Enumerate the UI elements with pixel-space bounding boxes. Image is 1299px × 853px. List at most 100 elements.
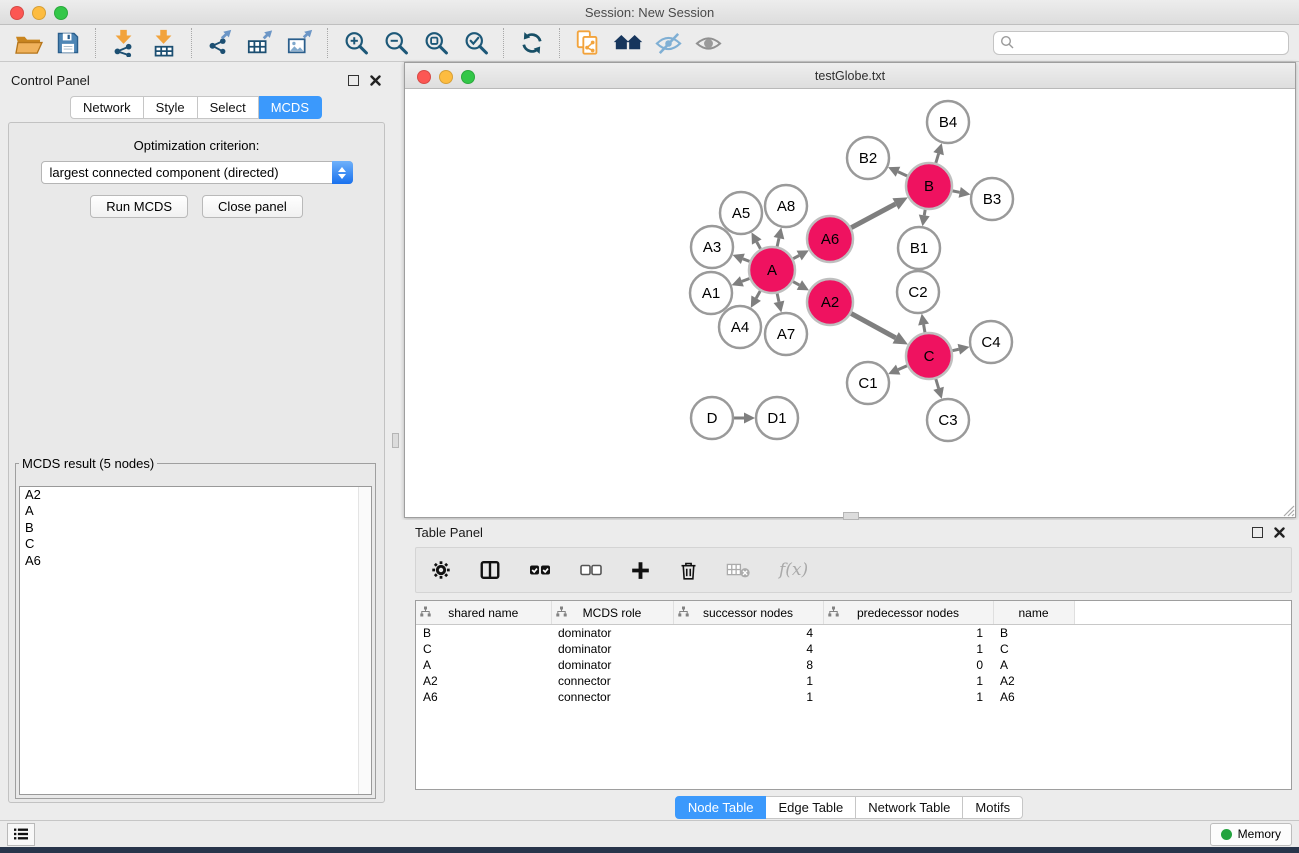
graph-edge-C-C3[interactable] [936,379,939,388]
float-panel-icon[interactable] [348,75,359,86]
table-cell[interactable]: 1 [823,689,993,705]
table-cell[interactable]: 8 [673,657,823,673]
table-cell[interactable]: B [416,625,551,642]
table-close-panel-icon[interactable] [1274,527,1285,538]
graph-edge-A-A2[interactable] [793,282,799,285]
deselect-all-rows-button[interactable] [579,558,603,582]
table-row[interactable]: A2connector11A2 [416,673,1291,689]
divider-handle[interactable] [392,433,399,448]
refresh-view-button[interactable] [512,27,552,59]
function-builder-button[interactable]: f(x) [779,560,808,580]
table-cell[interactable]: 1 [823,625,993,642]
graph-edge-A-A7[interactable] [777,293,779,301]
network-zoom-button[interactable] [461,70,475,84]
delete-column-button[interactable] [678,560,699,581]
graph-edge-C-C2[interactable] [924,325,925,333]
export-table-button[interactable] [240,27,280,59]
graph-edge-A2-C[interactable] [851,313,896,337]
table-cell[interactable]: C [993,641,1074,657]
add-column-button[interactable] [630,560,651,581]
zoom-in-button[interactable] [336,27,376,59]
show-panels-button[interactable] [7,823,35,846]
horizontal-divider-handle[interactable] [843,512,859,520]
close-panel-icon[interactable] [370,75,381,86]
mcds-result-item[interactable]: C [20,536,371,552]
mcds-result-item[interactable]: A6 [20,553,371,569]
close-panel-button[interactable]: Close panel [202,195,303,218]
table-cell[interactable]: 1 [823,641,993,657]
table-cell[interactable]: 0 [823,657,993,673]
zoom-selected-button[interactable] [456,27,496,59]
delete-table-button[interactable] [726,560,752,580]
result-scrollbar[interactable] [358,487,371,794]
graph-edge-C-C4[interactable] [952,349,958,350]
table-cell[interactable]: dominator [551,641,673,657]
tab-node-table[interactable]: Node Table [675,796,767,819]
tab-edge-table[interactable]: Edge Table [766,796,856,819]
close-window-button[interactable] [10,6,24,20]
memory-button[interactable]: Memory [1210,823,1292,846]
zoom-window-button[interactable] [54,6,68,20]
graph-edge-A-A5[interactable] [757,242,761,249]
select-all-rows-button[interactable] [528,558,552,582]
mcds-result-item[interactable]: B [20,520,371,536]
table-cell[interactable]: 1 [823,673,993,689]
table-settings-button[interactable] [430,559,452,581]
table-cell[interactable]: connector [551,673,673,689]
tab-select[interactable]: Select [198,96,259,119]
show-columns-button[interactable] [479,559,501,581]
graph-edge-B-B4[interactable] [936,154,939,163]
graph-edge-A-A6[interactable] [793,255,799,258]
column-header[interactable]: MCDS role [551,601,673,625]
mcds-result-list[interactable]: A2ABCA6 [19,486,372,795]
column-header[interactable]: successor nodes [673,601,823,625]
table-cell[interactable]: A [416,657,551,673]
tab-style[interactable]: Style [144,96,198,119]
table-cell[interactable]: B [993,625,1074,642]
table-row[interactable]: Adominator80A [416,657,1291,673]
table-cell[interactable]: dominator [551,657,673,673]
table-cell[interactable]: dominator [551,625,673,642]
table-row[interactable]: Bdominator41B [416,625,1291,642]
run-mcds-button[interactable]: Run MCDS [90,195,188,218]
zoom-fit-button[interactable] [416,27,456,59]
network-minimize-button[interactable] [439,70,453,84]
criterion-select[interactable]: largest connected component (directed) [41,161,353,184]
tab-motifs[interactable]: Motifs [963,796,1023,819]
export-image-button[interactable] [280,27,320,59]
table-cell[interactable]: 1 [673,673,823,689]
zoom-out-button[interactable] [376,27,416,59]
mcds-result-item[interactable]: A [20,503,371,519]
table-cell[interactable]: 4 [673,625,823,642]
graph-edge-C-C1[interactable] [898,366,907,370]
clone-network-button[interactable] [568,27,608,59]
graph-edge-A6-B[interactable] [851,204,895,228]
search-input[interactable] [993,31,1289,55]
open-file-button[interactable] [8,27,48,59]
minimize-window-button[interactable] [32,6,46,20]
import-network-button[interactable] [104,27,144,59]
table-row[interactable]: A6connector11A6 [416,689,1291,705]
home-button[interactable] [608,27,648,59]
graph-edge-A-A8[interactable] [777,238,779,246]
column-header[interactable]: name [993,601,1074,625]
hide-selected-button[interactable] [648,27,688,59]
table-cell[interactable]: C [416,641,551,657]
save-session-button[interactable] [48,27,88,59]
column-header[interactable]: shared name [416,601,551,625]
panel-divider[interactable] [392,62,399,820]
table-cell[interactable]: A2 [993,673,1074,689]
graph-edge-B-B1[interactable] [924,210,925,216]
table-cell[interactable]: connector [551,689,673,705]
table-float-panel-icon[interactable] [1252,527,1263,538]
graph-edge-B-B2[interactable] [898,172,907,176]
resize-grip-icon[interactable] [1281,503,1295,517]
node-table[interactable]: shared nameMCDS rolesuccessor nodesprede… [416,601,1291,705]
network-graph-canvas[interactable]: B4B2BB3A8A5A6A3B1AA1C2A2A4A7C4CC1DD1C3 [405,89,1295,517]
table-cell[interactable]: A2 [416,673,551,689]
table-cell[interactable]: A6 [416,689,551,705]
tab-network-table[interactable]: Network Table [856,796,963,819]
table-cell[interactable]: A6 [993,689,1074,705]
network-close-button[interactable] [417,70,431,84]
mcds-result-item[interactable]: A2 [20,487,371,503]
